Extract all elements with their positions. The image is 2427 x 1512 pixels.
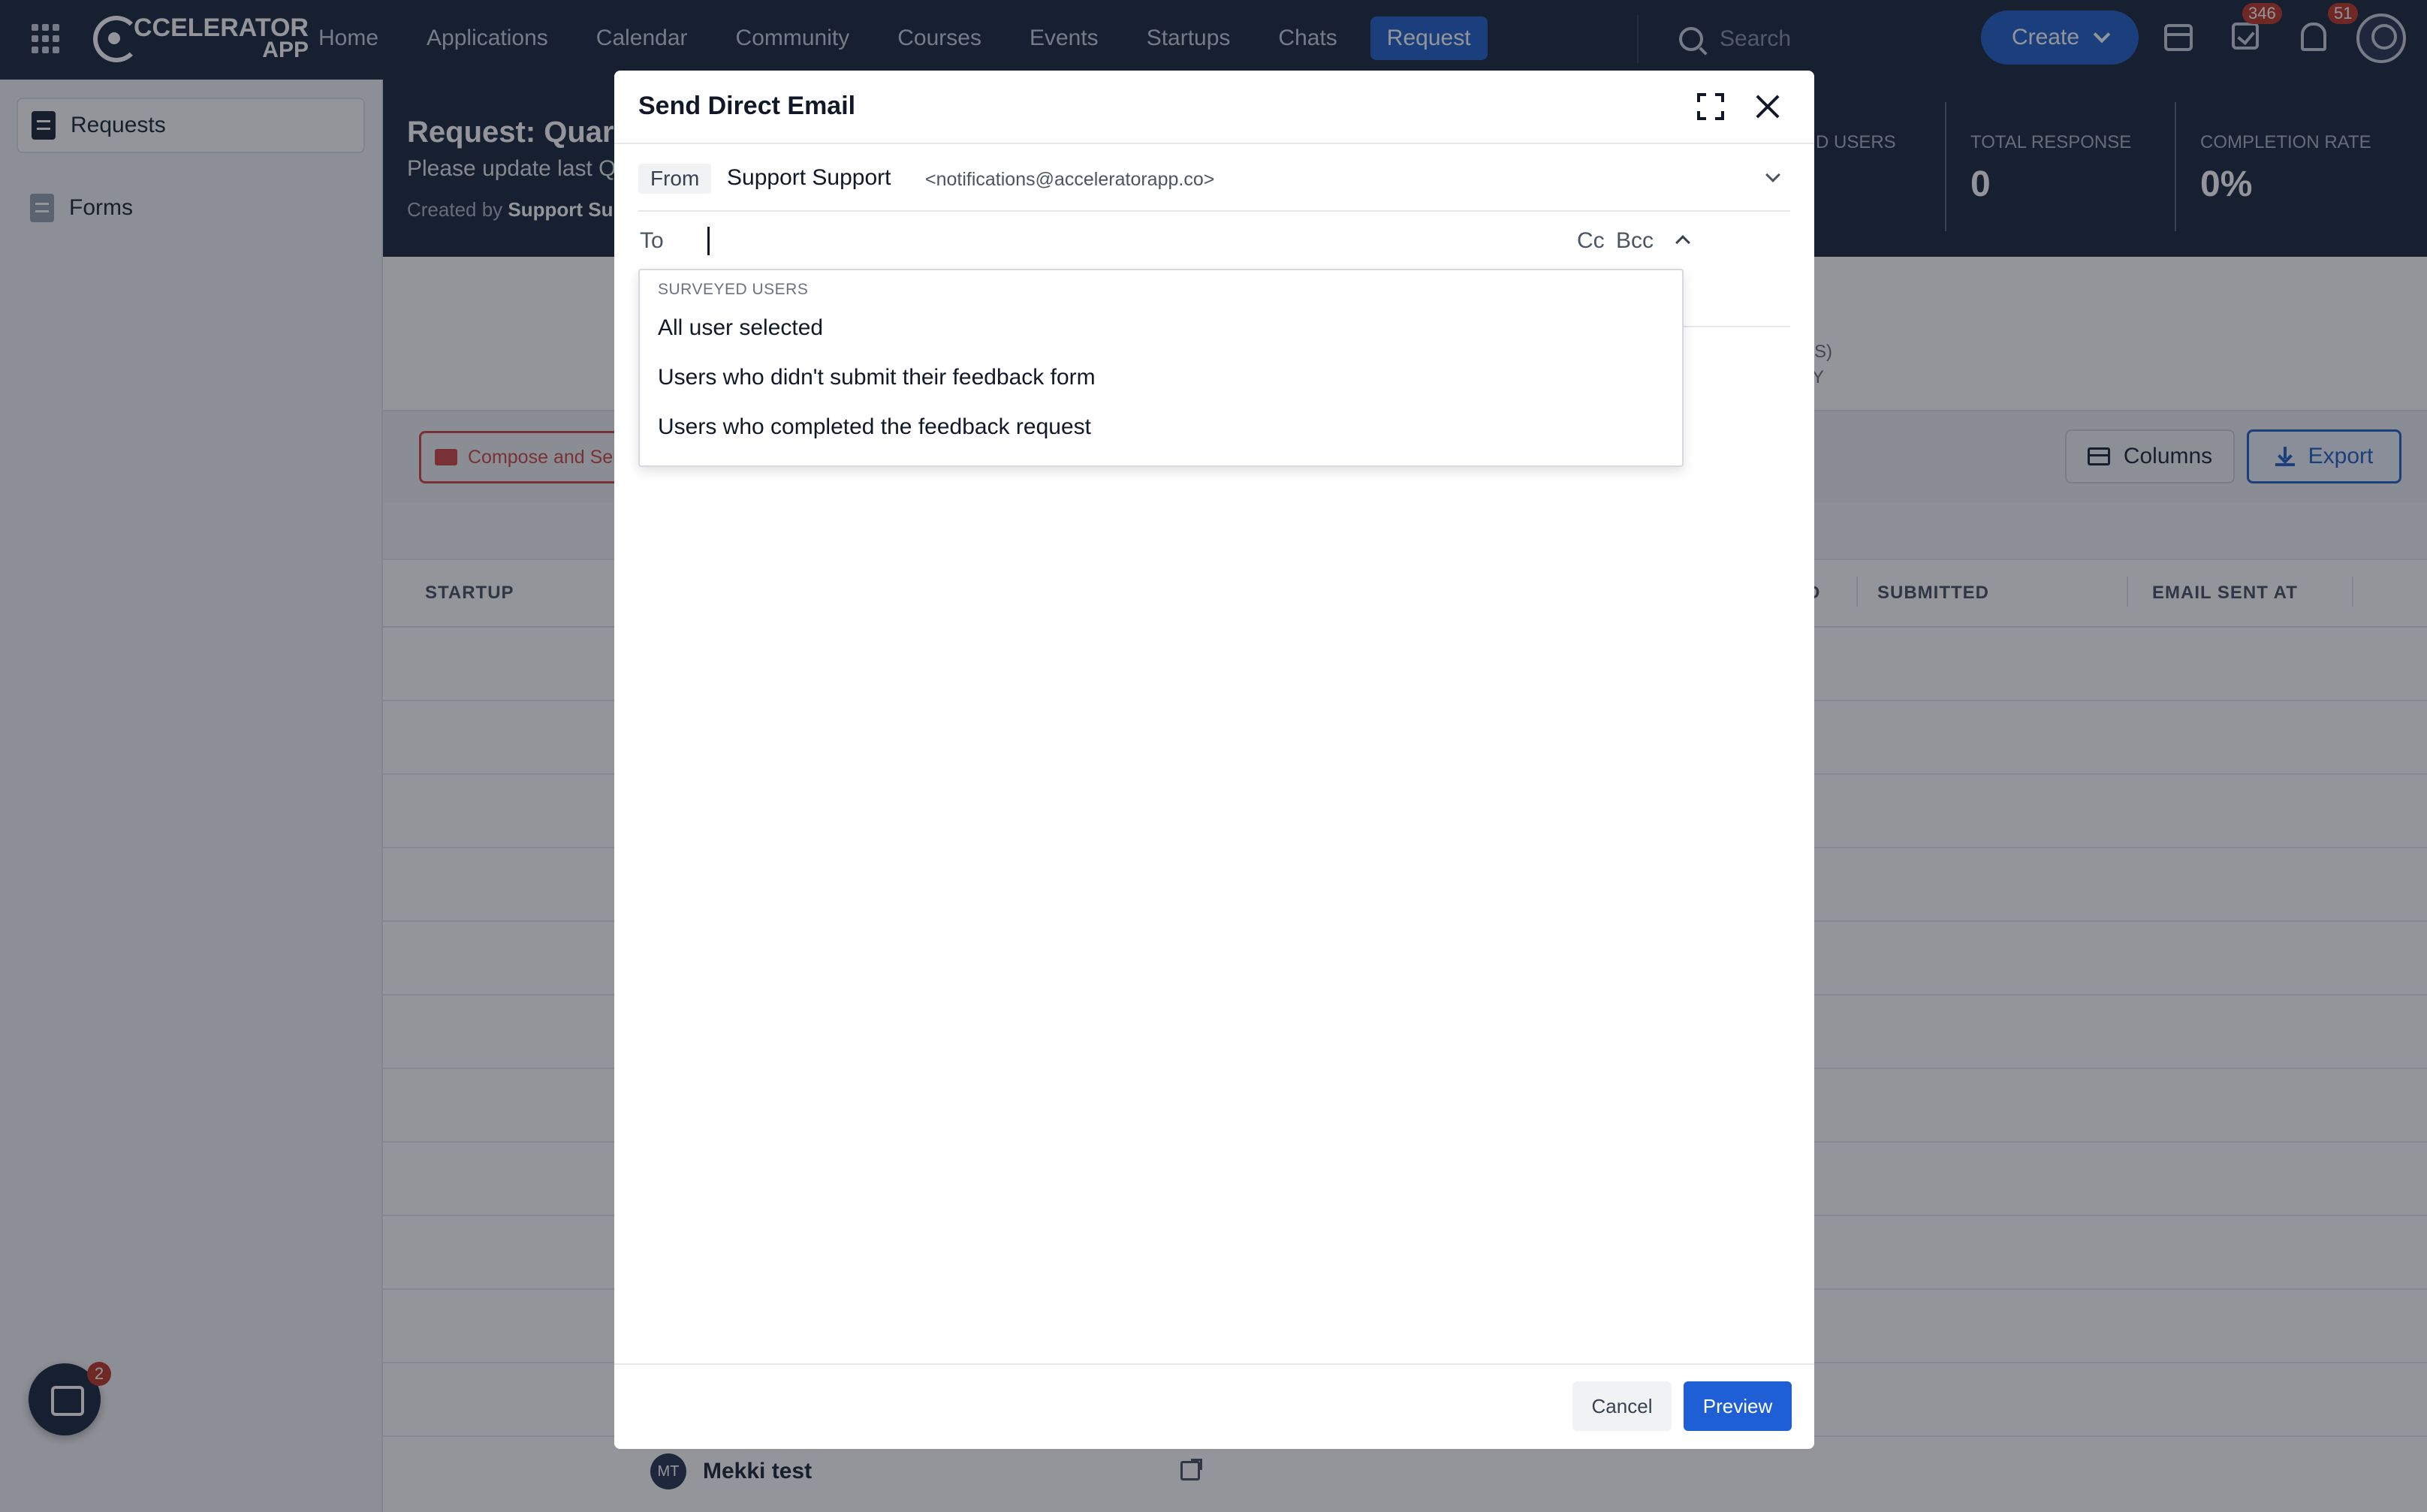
to-field: To Cc Bcc <box>638 212 1790 270</box>
preview-button[interactable]: Preview <box>1684 1381 1792 1431</box>
cancel-button[interactable]: Cancel <box>1572 1381 1672 1431</box>
send-direct-email-modal: Send Direct Email From Support Support <… <box>614 71 1814 1449</box>
modal-footer: Cancel Preview <box>614 1363 1814 1449</box>
from-address: <notifications@acceleratorapp.co> <box>925 169 1215 190</box>
from-field[interactable]: From Support Support <notifications@acce… <box>638 144 1790 212</box>
dropdown-group-label: SURVEYED USERS <box>658 281 809 298</box>
modal-title: Send Direct Email <box>638 92 856 120</box>
chevron-down-icon[interactable] <box>1765 167 1780 182</box>
dropdown-option-not-submitted[interactable]: Users who didn't submit their feedback f… <box>640 353 1682 402</box>
from-tag: From <box>638 164 712 194</box>
cc-toggle[interactable]: Cc <box>1577 228 1605 254</box>
bcc-toggle[interactable]: Bcc <box>1616 228 1654 254</box>
dropdown-option-completed[interactable]: Users who completed the feedback request <box>640 402 1682 452</box>
chevron-up-icon[interactable] <box>1675 235 1690 250</box>
modal-header: Send Direct Email <box>614 71 1814 144</box>
recipient-dropdown: SURVEYED USERS All user selected Users w… <box>638 269 1684 467</box>
to-input[interactable] <box>706 222 1532 258</box>
email-editor-body[interactable] <box>614 404 1814 1360</box>
text-caret <box>707 227 710 255</box>
from-name: Support Support <box>727 165 891 190</box>
to-label: To <box>640 228 664 253</box>
expand-icon[interactable] <box>1697 93 1724 120</box>
dropdown-option-all-users[interactable]: All user selected <box>640 303 1682 353</box>
close-icon[interactable] <box>1754 93 1781 120</box>
